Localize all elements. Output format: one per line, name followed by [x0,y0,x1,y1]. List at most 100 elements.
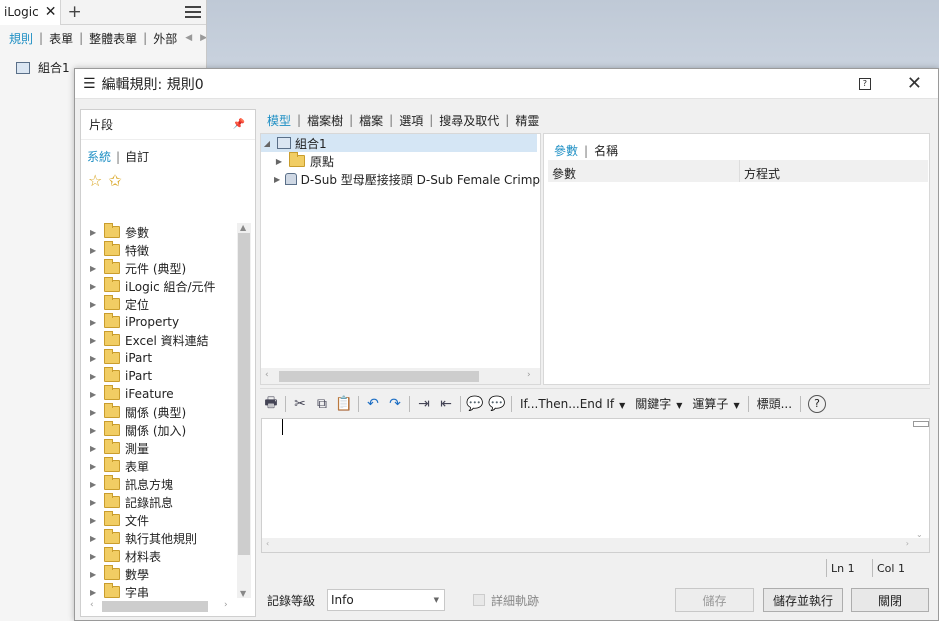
expand-arrow-icon[interactable]: ▶ [90,264,100,273]
snippet-category[interactable]: ▶ iProperty [81,313,237,331]
expand-arrow-icon[interactable]: ▶ [90,462,100,471]
headers-button[interactable]: 標頭... [757,395,792,412]
snippet-category[interactable]: ▶ 執行其他規則 [81,529,237,547]
indent-icon[interactable]: ⇥ [413,393,435,415]
if-then-button[interactable]: If...Then...End If ▼ [520,397,625,411]
comment-add-icon[interactable]: 💬 [464,393,486,415]
outdent-icon[interactable]: ⇤ [435,393,457,415]
tab-names[interactable]: 名稱 [594,144,618,158]
tree-hscrollbar[interactable]: ‹ › [261,368,540,384]
cut-icon[interactable]: ✂ [289,393,311,415]
snippet-category[interactable]: ▶ 訊息方塊 [81,475,237,493]
print-icon[interactable]: 🖶 [260,393,282,415]
tab-system[interactable]: 系統 [87,150,111,164]
scroll-box[interactable] [913,421,929,427]
log-level-select[interactable]: Info ▼ [327,589,446,611]
expand-arrow-icon[interactable]: ▶ [90,372,100,381]
snippet-category[interactable]: ▶ Excel 資料連結 [81,331,237,349]
close-icon[interactable]: ✕ [907,73,922,94]
expand-arrow-icon[interactable]: ▶ [90,534,100,543]
operators-dropdown[interactable]: 運算子 ▼ [692,395,739,412]
snippet-category[interactable]: ▶ iLogic 組合/元件 [81,277,237,295]
tree-item-part[interactable]: ▶ D-Sub 型母壓接接頭 D-Sub Female Crimp [261,170,540,188]
tab-file[interactable]: 檔案 [359,112,383,129]
ilogic-tab[interactable]: iLogic ✕ [0,0,62,25]
editor-hscrollbar[interactable]: ‹ › [262,538,929,552]
detail-trace-checkbox[interactable] [473,594,486,606]
expand-arrow-icon[interactable]: ▶ [90,336,100,345]
collapse-arrow-icon[interactable]: ▶ [273,175,281,184]
tab-parameters[interactable]: 參數 [554,144,578,158]
close-button[interactable]: 關閉 [851,588,929,612]
snippet-category[interactable]: ▶ 特徵 [81,241,237,259]
comment-remove-icon[interactable]: 💬 [486,393,508,415]
code-editor[interactable]: ⌄ ‹ › [261,418,930,553]
expand-arrow-icon[interactable]: ▶ [90,318,100,327]
expand-arrow-icon[interactable]: ▶ [90,246,100,255]
copy-icon[interactable]: ⧉ [311,393,333,415]
snippet-category[interactable]: ▶ iPart [81,349,237,367]
snippet-category[interactable]: ▶ 表單 [81,457,237,475]
snippet-category[interactable]: ▶ 定位 [81,295,237,313]
column-header-parameter[interactable]: 參數 [548,160,740,182]
snippet-category[interactable]: ▶ 關係 (典型) [81,403,237,421]
expand-arrow-icon[interactable]: ▶ [90,516,100,525]
scroll-thumb[interactable] [238,233,250,555]
scroll-left-icon[interactable]: ◀ [185,33,192,43]
snippet-category[interactable]: ▶ 文件 [81,511,237,529]
editor-vscrollbar[interactable]: ⌄ [913,421,929,539]
snippet-category[interactable]: ▶ 元件 (典型) [81,259,237,277]
expand-arrow-icon[interactable]: ◢ [261,139,273,148]
scroll-down-icon[interactable]: ▼ [240,589,246,598]
subtab-rules[interactable]: 規則 [9,30,33,47]
save-button[interactable]: 儲存 [675,588,754,612]
subtab-global-forms[interactable]: 整體表單 [89,30,137,47]
snippet-category[interactable]: ▶ 數學 [81,565,237,583]
expand-arrow-icon[interactable]: ▶ [90,390,100,399]
expand-arrow-icon[interactable]: ▶ [90,444,100,453]
help-icon[interactable]: ? [808,394,827,413]
scroll-right-icon[interactable]: › [224,600,228,610]
scroll-right-icon[interactable]: ▶ [200,33,206,43]
expand-arrow-icon[interactable]: ▶ [90,228,100,237]
scroll-up-icon[interactable]: ▲ [240,223,246,232]
redo-icon[interactable]: ↷ [384,393,406,415]
snippet-category[interactable]: ▶ iPart [81,367,237,385]
tab-options[interactable]: 選項 [399,112,423,129]
scroll-right-icon[interactable]: › [906,539,909,548]
pin-icon[interactable]: 📌 [233,119,245,130]
expand-arrow-icon[interactable]: ▶ [90,300,100,309]
tab-model[interactable]: 模型 [267,112,291,129]
scroll-thumb[interactable] [279,371,479,382]
tab-search-replace[interactable]: 搜尋及取代 [439,112,499,129]
expand-arrow-icon[interactable]: ▶ [90,552,100,561]
menu-icon[interactable] [185,6,201,18]
subtab-external[interactable]: 外部 [153,30,177,47]
expand-arrow-icon[interactable]: ▶ [90,480,100,489]
undo-icon[interactable]: ↶ [362,393,384,415]
snippets-vscrollbar[interactable]: ▲ ▼ [237,223,251,598]
snippet-category[interactable]: ▶ 材料表 [81,547,237,565]
expand-arrow-icon[interactable]: ▶ [90,570,100,579]
paste-icon[interactable]: 📋 [333,393,355,415]
expand-arrow-icon[interactable]: ▶ [90,354,100,363]
expand-arrow-icon[interactable]: ▶ [90,408,100,417]
snippet-category[interactable]: ▶ 參數 [81,223,237,241]
keywords-dropdown[interactable]: 關鍵字 ▼ [635,395,682,412]
expand-arrow-icon[interactable]: ▶ [90,498,100,507]
tab-custom[interactable]: 自訂 [125,150,149,164]
collapse-arrow-icon[interactable]: ▶ [273,157,285,166]
star-add-icon[interactable]: ✩ [108,171,121,190]
help-icon[interactable]: ? [858,77,871,90]
scroll-right-icon[interactable]: › [527,370,531,380]
tree-root[interactable]: ◢ 組合1 [261,134,537,152]
save-run-button[interactable]: 儲存並執行 [763,588,843,612]
add-tab-icon[interactable]: + [67,2,81,22]
tab-wizards[interactable]: 精靈 [515,112,539,129]
snippet-category[interactable]: ▶ 字串 [81,583,237,598]
scroll-left-icon[interactable]: ‹ [265,370,269,380]
scroll-left-icon[interactable]: ‹ [90,600,94,610]
snippets-hscrollbar[interactable]: ‹ › [86,599,236,613]
snippet-category[interactable]: ▶ iFeature [81,385,237,403]
close-icon[interactable]: ✕ [45,4,57,20]
